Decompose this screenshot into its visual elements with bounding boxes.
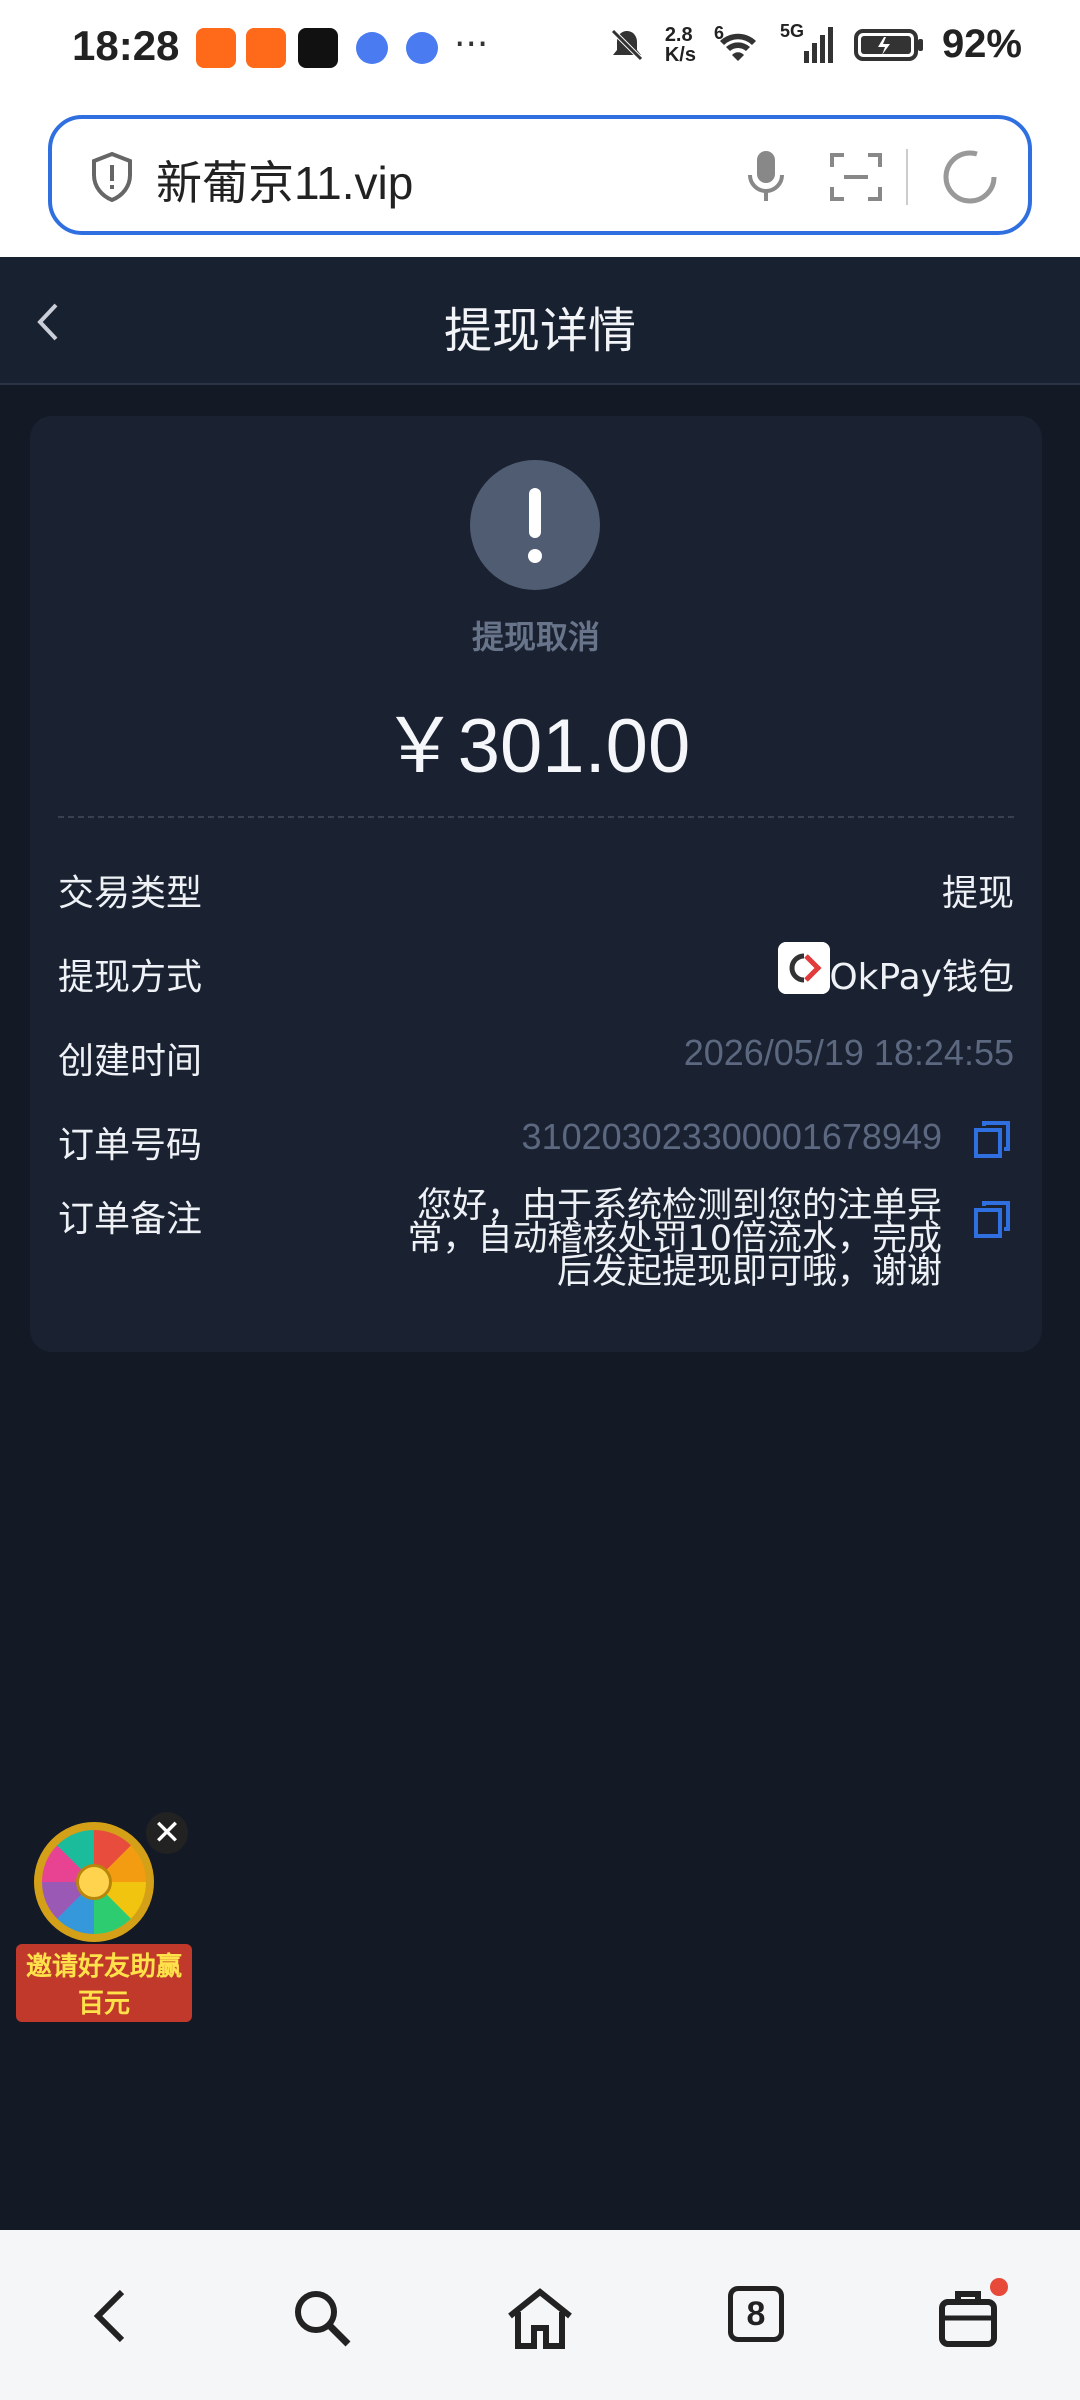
row-withdraw-method: 提现方式 OkPay钱包 xyxy=(58,942,1014,1008)
app-notification-icon-2 xyxy=(406,32,438,64)
browser-bottom-nav: 8 xyxy=(0,2230,1080,2400)
battery-percent: 92% xyxy=(941,22,1022,66)
mute-icon xyxy=(611,28,643,61)
status-label: 提现取消 xyxy=(471,618,600,656)
row-transaction-type: 交易类型 提现 xyxy=(58,864,1014,924)
row-label: 创建时间 xyxy=(58,1041,203,1082)
briefcase-icon[interactable] xyxy=(936,2286,1000,2350)
close-icon[interactable]: ✕ xyxy=(146,1812,188,1854)
search-icon[interactable] xyxy=(290,2286,354,2350)
url-text[interactable]: 新葡京11.vip xyxy=(156,147,413,213)
row-created-time: 创建时间 2026/05/19 18:24:55 xyxy=(58,1032,1014,1092)
home-icon[interactable] xyxy=(504,2286,576,2350)
back-icon[interactable] xyxy=(86,2286,136,2346)
signal-icon: 5G xyxy=(780,21,836,65)
scan-icon[interactable] xyxy=(828,149,884,205)
shield-icon[interactable] xyxy=(88,151,136,203)
notification-dot xyxy=(990,2278,1008,2296)
row-label: 提现方式 xyxy=(58,957,203,998)
address-bar[interactable]: 新葡京11.vip xyxy=(48,115,1032,235)
copy-order-number-icon[interactable] xyxy=(972,1120,1012,1160)
row-order-remark: 订单备注 您好，由于系统检测到您的注单异常，自动稽核处罚10倍流水，完成后发起提… xyxy=(58,1186,1014,1320)
browser-toolbar: 新葡京11.vip xyxy=(0,105,1080,257)
copy-remark-icon[interactable] xyxy=(972,1200,1012,1240)
microphone-icon[interactable] xyxy=(742,147,790,207)
tabs-count-button[interactable]: 8 xyxy=(728,2286,784,2342)
okpay-logo-icon xyxy=(778,942,830,994)
toolbar-divider xyxy=(906,149,908,205)
app-notification-icon xyxy=(356,32,388,64)
status-bar: 18:28 ··· 2.8 K/s 6 5G 92% xyxy=(0,0,1080,105)
promo-text[interactable]: 邀请好友助赢百元 xyxy=(16,1944,192,2022)
row-value: 310203023300001678949 xyxy=(521,1116,942,1157)
row-value: 您好，由于系统检测到您的注单异常，自动稽核处罚10倍流水，完成后发起提现即可哦，… xyxy=(407,1186,942,1292)
battery-icon xyxy=(853,28,923,61)
page-title: 提现详情 xyxy=(443,303,636,359)
tiktok-app-icon xyxy=(298,28,338,68)
row-value: 提现 xyxy=(941,873,1014,914)
wheel-hub xyxy=(76,1864,112,1900)
row-label: 订单备注 xyxy=(58,1199,203,1240)
taobao-app-icon xyxy=(196,28,236,68)
page-header: 提现详情 xyxy=(0,257,1080,385)
row-value: OkPay钱包 xyxy=(829,957,1014,998)
row-value: 2026/05/19 18:24:55 xyxy=(683,1032,1014,1073)
divider xyxy=(58,816,1014,818)
network-speed: 2.8 K/s xyxy=(664,23,696,66)
amount-value: ￥301.00 xyxy=(381,704,691,789)
wifi-icon: 6 xyxy=(714,23,762,65)
row-label: 订单号码 xyxy=(58,1125,203,1166)
reload-icon[interactable] xyxy=(938,145,1002,209)
row-order-number: 订单号码 310203023300001678949 xyxy=(58,1116,1014,1176)
invite-friends-promo[interactable]: ✕ 邀请好友助赢百元 xyxy=(16,1812,192,2022)
exclamation-icon xyxy=(470,460,600,590)
row-label: 交易类型 xyxy=(58,873,203,914)
more-notifications-icon: ··· xyxy=(454,24,489,65)
status-time: 18:28 xyxy=(72,22,180,69)
withdrawal-detail-card: 提现取消 ￥301.00 交易类型 提现 提现方式 OkPay钱包 创建时间 2… xyxy=(30,416,1042,1352)
taobao-app-icon-2 xyxy=(246,28,286,68)
